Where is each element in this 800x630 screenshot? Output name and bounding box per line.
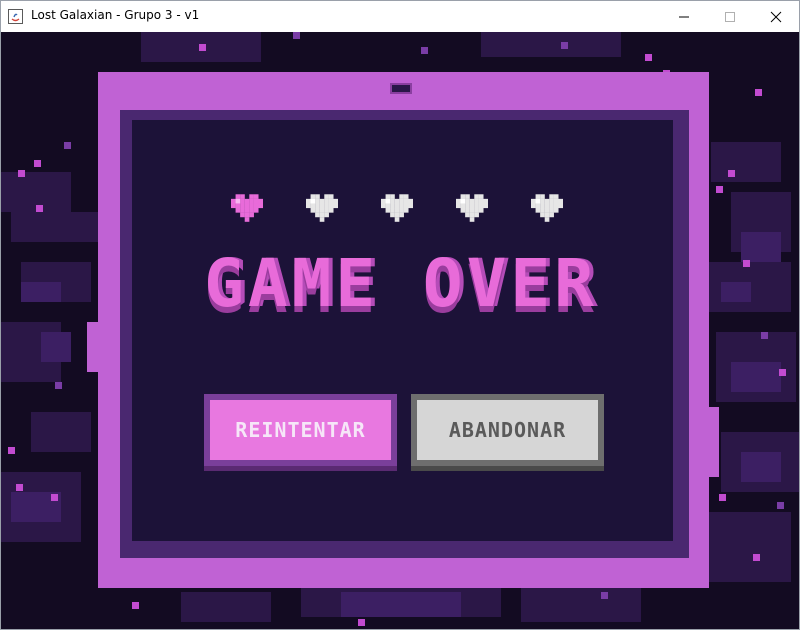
dialog-panel — [132, 120, 673, 541]
frame-edge-left — [87, 322, 101, 372]
heart-empty-icon — [531, 194, 563, 222]
frame-edge-right — [701, 407, 719, 477]
maximize-icon — [725, 11, 735, 22]
window-title: Lost Galaxian - Grupo 3 - v1 — [31, 8, 200, 22]
heart-full-icon — [231, 194, 263, 222]
lives-display — [231, 192, 571, 224]
frame-notch — [390, 83, 412, 94]
close-icon — [770, 11, 782, 22]
app-window: Lost Galaxian - Grupo 3 - v1 GAME OVER R… — [0, 0, 800, 630]
minimize-icon — [679, 16, 689, 17]
java-app-icon — [8, 9, 23, 24]
retry-button[interactable]: REINTENTAR — [204, 394, 397, 466]
game-over-title: GAME OVER — [204, 245, 598, 322]
close-button[interactable] — [753, 1, 799, 32]
quit-button[interactable]: ABANDONAR — [411, 394, 604, 466]
title-bar[interactable]: Lost Galaxian - Grupo 3 - v1 — [1, 1, 799, 32]
heart-empty-icon — [306, 194, 338, 222]
minimize-button[interactable] — [661, 1, 707, 32]
maximize-button[interactable] — [707, 1, 753, 32]
heart-empty-icon — [456, 194, 488, 222]
heart-empty-icon — [381, 194, 413, 222]
game-canvas: GAME OVER REINTENTAR ABANDONAR — [1, 32, 799, 629]
